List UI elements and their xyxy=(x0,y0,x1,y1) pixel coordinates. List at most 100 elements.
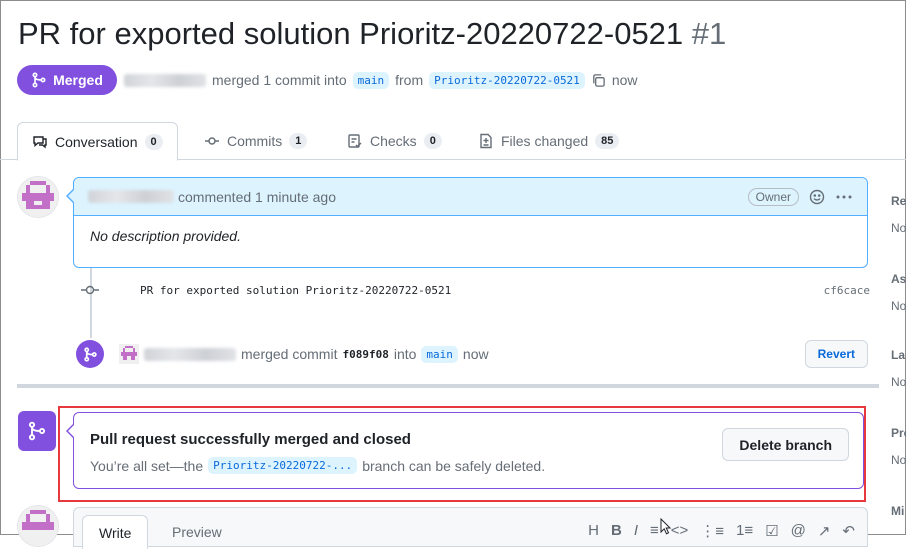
comment-header: commented 1 minute ago Owner xyxy=(74,178,867,216)
merge-commit-sha[interactable]: f089f08 xyxy=(342,348,388,361)
quote-icon[interactable]: ≡ xyxy=(650,522,659,540)
timeline-divider xyxy=(17,384,879,388)
tab-label: Checks xyxy=(370,133,417,149)
identicon-icon xyxy=(18,506,58,546)
merged-status-icon-box xyxy=(18,411,56,451)
tab-counter: 1 xyxy=(289,133,308,149)
merge-target-branch[interactable]: main xyxy=(421,345,458,363)
ordered-list-icon[interactable]: 1≡ xyxy=(736,522,753,540)
sidebar-heading: Re xyxy=(891,194,906,208)
unordered-list-icon[interactable]: ⋮≡ xyxy=(700,522,724,540)
bold-icon[interactable]: B xyxy=(611,522,622,540)
tab-label: Conversation xyxy=(55,133,138,150)
delete-branch-button[interactable]: Delete branch xyxy=(722,428,849,461)
git-merge-icon xyxy=(83,346,97,362)
author-name-redacted[interactable] xyxy=(124,73,206,87)
heading-icon[interactable]: H xyxy=(588,522,599,540)
tab-label: Files changed xyxy=(501,133,589,149)
merger-name-redacted[interactable] xyxy=(144,347,236,361)
sidebar-item-milestone[interactable]: Mi xyxy=(891,504,904,518)
merger-avatar[interactable] xyxy=(119,344,139,364)
commit-icon xyxy=(205,137,219,145)
tab-counter: 0 xyxy=(144,133,163,150)
subtitle-prefix: You’re all set—the xyxy=(90,457,204,474)
comment-action[interactable]: commented 1 minute ago xyxy=(178,189,336,205)
owner-badge: Owner xyxy=(747,187,799,206)
tab-commits[interactable]: Commits 1 xyxy=(204,122,308,160)
pr-tabs: Conversation 0 Commits 1 Checks 0 Files … xyxy=(0,122,906,161)
merge-success-title: Pull request successfully merged and clo… xyxy=(90,431,411,448)
head-branch[interactable]: Prioritz-20220722-0521 xyxy=(429,71,585,89)
tab-conversation[interactable]: Conversation 0 xyxy=(17,122,178,161)
revert-button[interactable]: Revert xyxy=(804,340,868,368)
tab-files-changed[interactable]: Files changed 85 xyxy=(478,122,620,160)
commit-row: PR for exported solution Prioritz-202207… xyxy=(80,280,870,300)
commit-sha[interactable]: cf6cace xyxy=(824,284,870,297)
merge-event-badge xyxy=(76,340,104,368)
pr-meta: merged 1 commit into main from Prioritz-… xyxy=(124,68,638,92)
sidebar-item-projects[interactable]: Pro No xyxy=(891,426,906,467)
commenter-name-redacted[interactable] xyxy=(88,190,174,203)
sidebar-value: No xyxy=(891,375,906,389)
sidebar-heading: Mi xyxy=(891,504,905,518)
state-label: Merged xyxy=(53,72,103,88)
merge-success-subtitle: You’re all set—the Prioritz-20220722-...… xyxy=(90,457,545,474)
merged-status-badge: Merged xyxy=(17,65,117,95)
tab-checks[interactable]: Checks 0 xyxy=(347,122,442,160)
base-branch[interactable]: main xyxy=(352,71,390,89)
pr-description-comment: commented 1 minute ago Owner No descript… xyxy=(73,177,868,268)
deletable-branch[interactable]: Prioritz-20220722-... xyxy=(208,457,358,474)
sidebar-value: No xyxy=(891,299,906,313)
smiley-icon[interactable] xyxy=(809,189,825,205)
from-text: from xyxy=(395,72,424,88)
sidebar-heading: La xyxy=(891,348,906,362)
current-user-avatar[interactable] xyxy=(18,506,58,546)
merge-action: merged commit xyxy=(241,346,338,362)
into-text: into xyxy=(393,346,417,362)
sidebar-value: No xyxy=(891,221,906,235)
subtitle-suffix: branch can be safely deleted. xyxy=(362,457,546,474)
comment-caret-inner xyxy=(68,189,75,203)
identicon-icon xyxy=(18,177,58,217)
merged-text: merged 1 commit into xyxy=(212,72,347,88)
sidebar-heading: As xyxy=(891,272,906,286)
timeline-line xyxy=(90,268,92,338)
comment-icon xyxy=(33,135,47,148)
mouse-cursor-icon xyxy=(660,518,672,535)
preview-tab[interactable]: Preview xyxy=(156,515,238,549)
file-diff-icon xyxy=(480,133,492,149)
sidebar-heading: Pro xyxy=(891,426,906,440)
comment-editor: Write Preview H B I ≡ <> ⋮≡ 1≡ ☑ @ ↗ ↶ xyxy=(73,507,868,549)
git-merge-icon xyxy=(28,421,46,441)
author-avatar[interactable] xyxy=(18,177,58,217)
pr-title: PR for exported solution Prioritz-202207… xyxy=(18,16,684,51)
merged-box-caret-inner xyxy=(68,424,75,438)
sidebar-item-reviewers[interactable]: Re No xyxy=(891,194,906,235)
commit-dot-icon xyxy=(81,285,99,295)
checklist-icon xyxy=(348,134,362,148)
merge-event-time[interactable]: now xyxy=(463,346,489,362)
undo-icon[interactable]: ↶ xyxy=(842,522,855,540)
italic-icon[interactable]: I xyxy=(634,522,638,540)
code-icon[interactable]: <> xyxy=(671,522,689,540)
tab-label: Commits xyxy=(227,133,283,149)
page-title: PR for exported solution Prioritz-202207… xyxy=(18,16,726,52)
kebab-horizontal-icon[interactable] xyxy=(835,189,853,205)
commit-message[interactable]: PR for exported solution Prioritz-202207… xyxy=(140,284,451,297)
cross-reference-icon[interactable]: ↗ xyxy=(818,522,831,540)
pr-number: #1 xyxy=(691,16,727,51)
merge-success-box: Pull request successfully merged and clo… xyxy=(73,412,864,489)
write-tab[interactable]: Write xyxy=(82,515,149,549)
sidebar-item-assignees[interactable]: As No xyxy=(891,272,906,313)
tab-counter: 85 xyxy=(595,133,620,149)
mention-icon[interactable]: @ xyxy=(791,522,806,540)
task-list-icon[interactable]: ☑ xyxy=(765,522,778,540)
comment-body: No description provided. xyxy=(90,228,241,244)
sidebar-item-labels[interactable]: La No xyxy=(891,348,906,389)
tab-counter: 0 xyxy=(423,133,442,149)
markdown-toolbar: H B I ≡ <> ⋮≡ 1≡ ☑ @ ↗ ↶ xyxy=(588,522,855,540)
git-merge-icon xyxy=(32,72,46,88)
merge-time: now xyxy=(611,72,638,88)
copy-icon[interactable] xyxy=(591,73,606,88)
merge-event: merged commit f089f08 into main now Reve… xyxy=(76,339,868,369)
